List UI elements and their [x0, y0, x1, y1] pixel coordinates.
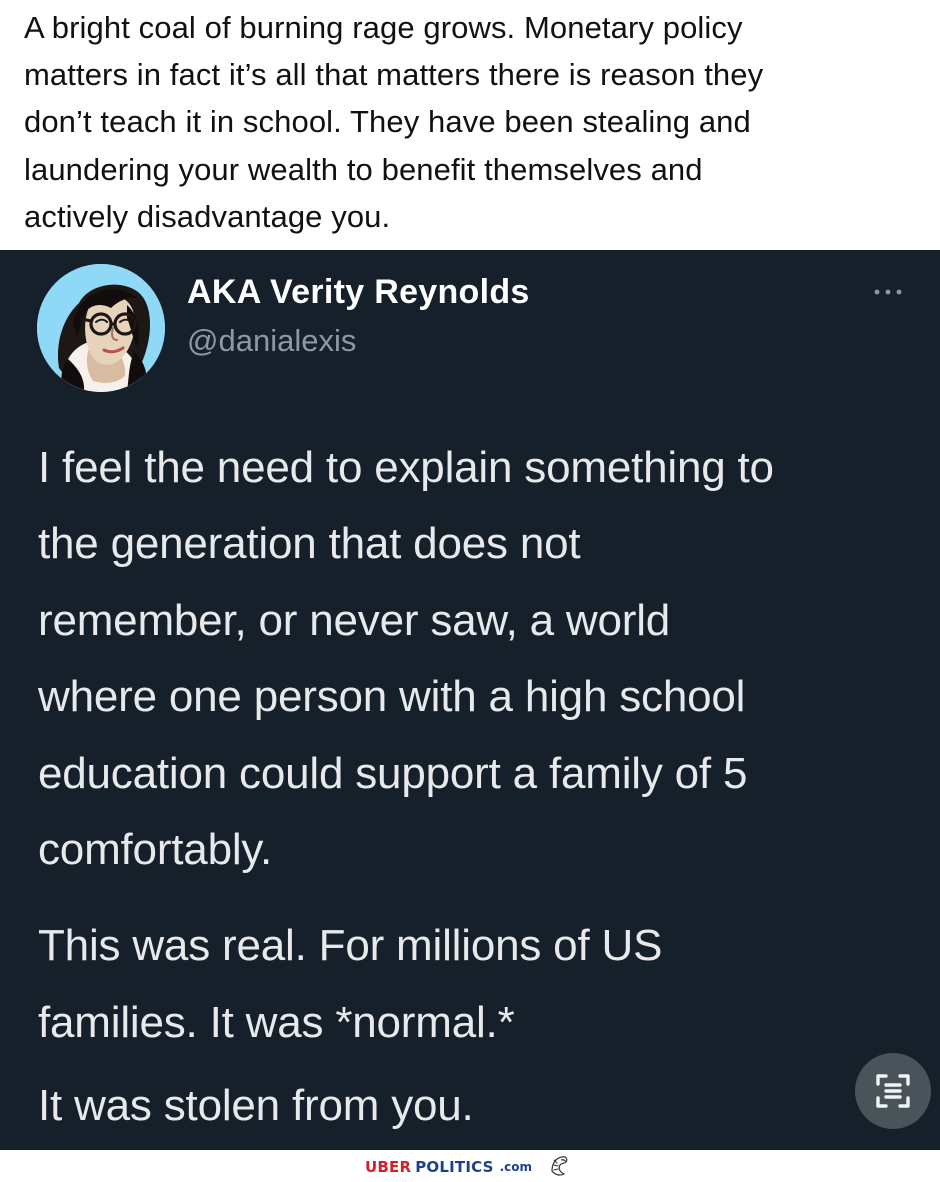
site-watermark[interactable]: UBER POLITICS .com: [365, 1156, 532, 1178]
screenshot-page: A bright coal of burning rage grows. Mon…: [0, 0, 940, 1182]
watermark-footer: UBER POLITICS .com: [0, 1150, 940, 1182]
eagle-icon: [548, 1153, 570, 1177]
post-caption: A bright coal of burning rage grows. Mon…: [24, 4, 914, 240]
more-horizontal-icon: [874, 289, 902, 295]
caption-line: A bright coal of burning rage grows. Mon…: [24, 10, 743, 45]
tweet-text-line: where one person with a high school: [38, 672, 746, 722]
tweet-text-line: remember, or never saw, a world: [38, 595, 671, 645]
brand-tld: .com: [499, 1160, 533, 1174]
user-handle[interactable]: @danialexis: [187, 320, 356, 362]
caption-line: matters in fact it’s all that matters th…: [24, 57, 764, 93]
tweet-text-line: the generation that does not: [38, 519, 581, 569]
profile-avatar[interactable]: [37, 264, 165, 392]
brand-main: POLITICS: [415, 1158, 494, 1176]
more-options-button[interactable]: [868, 278, 908, 306]
tweet-text-line: education could support a family of 5: [38, 748, 748, 798]
display-name[interactable]: AKA Verity Reynolds: [187, 270, 530, 314]
caption-line: laundering your wealth to benefit themse…: [24, 151, 703, 187]
tweet-text-line: It was stolen from you.: [38, 1081, 474, 1131]
caption-line: don’t teach it in school. They have been…: [24, 104, 751, 140]
tweet-paragraph: It was stolen from you.: [38, 1068, 908, 1144]
tweet-body: I feel the need to explain something to …: [38, 430, 908, 1145]
tweet-paragraph: This was real. For millions of US famili…: [38, 908, 908, 1061]
tweet-text-line: comfortably.: [38, 825, 272, 875]
tweet-text-line: families. It was *normal.*: [38, 997, 515, 1047]
tweet-text-line: This was real. For millions of US: [38, 921, 663, 971]
tweet-paragraph: I feel the need to explain something to …: [38, 430, 908, 888]
tweet-text-line: I feel the need to explain something to: [38, 443, 774, 492]
scan-text-button[interactable]: [855, 1053, 931, 1129]
brand-prefix: UBER: [365, 1158, 412, 1176]
caption-line: actively disadvantage you.: [24, 198, 391, 234]
scan-text-icon: [876, 1074, 910, 1108]
